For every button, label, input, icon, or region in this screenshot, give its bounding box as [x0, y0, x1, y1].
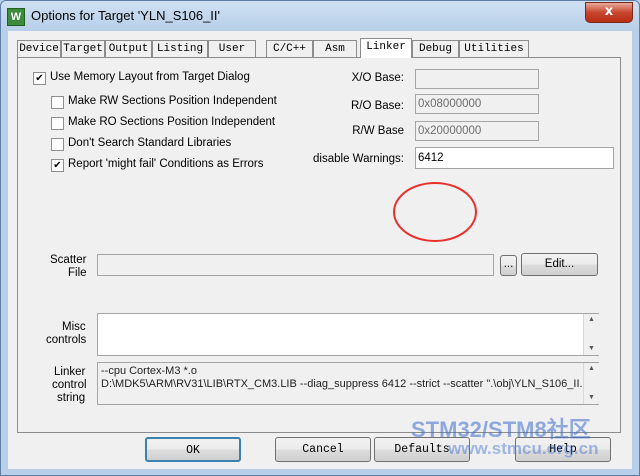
misc-controls-textarea[interactable] — [97, 313, 599, 356]
tab-device[interactable]: Device — [17, 40, 61, 57]
misc-label-line1: Misc — [62, 321, 86, 333]
use-memory-layout-checkbox[interactable]: ✔ — [33, 72, 46, 85]
tab-linker[interactable]: Linker — [360, 38, 412, 58]
dont-search-std-checkbox[interactable] — [51, 138, 64, 151]
misc-label-line2: controls — [46, 334, 87, 346]
ok-button[interactable]: OK — [145, 437, 241, 462]
scroll-down-icon[interactable]: ▼ — [588, 345, 595, 352]
ro-base-field[interactable]: 0x08000000 — [415, 94, 539, 114]
linker-panel: ✔ Use Memory Layout from Target Dialog M… — [17, 57, 621, 433]
scatter-file-field[interactable] — [97, 254, 494, 276]
linker-string-line1: --cpu Cortex-M3 *.o — [101, 365, 197, 377]
keil-app-icon: W — [7, 8, 25, 26]
cancel-button[interactable]: Cancel — [275, 437, 371, 462]
tab-asm[interactable]: Asm — [313, 40, 357, 57]
rw-base-field[interactable]: 0x20000000 — [415, 121, 539, 141]
tab-debug[interactable]: Debug — [412, 40, 459, 57]
linker-label-line3: string — [57, 392, 86, 404]
options-dialog: W Options for Target 'YLN_S106_II' x Dev… — [0, 0, 640, 476]
tab-utilities[interactable]: Utilities — [459, 40, 529, 57]
scatter-edit-button[interactable]: Edit... — [521, 253, 598, 276]
disable-warnings-label: disable Warnings: — [313, 153, 404, 165]
scatter-browse-button[interactable]: ... — [500, 255, 517, 276]
ro-independent-checkbox[interactable] — [51, 117, 64, 130]
linker-scrollbar[interactable]: ▲ ▼ — [583, 363, 599, 404]
tab-c-cpp[interactable]: C/C++ — [266, 40, 313, 57]
scroll-up-icon[interactable]: ▲ — [588, 316, 595, 323]
tab-output[interactable]: Output — [105, 40, 152, 57]
linker-string-line2: D:\MDK5\ARM\RV31\LIB\RTX_CM3.LIB --diag_… — [101, 378, 583, 390]
scroll-up-icon[interactable]: ▲ — [588, 365, 595, 372]
rw-independent-checkbox[interactable] — [51, 96, 64, 109]
misc-scrollbar[interactable]: ▲ ▼ — [583, 314, 599, 355]
linker-label-line1: Linker — [54, 366, 86, 378]
xo-base-label: X/O Base: — [351, 72, 404, 84]
linker-label-line2: control — [52, 379, 87, 391]
xo-base-field[interactable] — [415, 69, 539, 89]
dont-search-std-label: Don't Search Standard Libraries — [68, 137, 232, 149]
ro-base-label: R/O Base: — [350, 100, 404, 112]
watermark-url: www.stmcu.org.cn — [448, 439, 599, 458]
dialog-client: Device Target Output Listing User C/C++ … — [8, 31, 632, 469]
might-fail-errors-label: Report 'might fail' Conditions as Errors — [68, 158, 264, 170]
close-button[interactable]: x — [585, 2, 633, 23]
tab-user[interactable]: User — [208, 40, 256, 57]
scatter-label-line1: Scatter — [50, 254, 87, 266]
linker-control-string[interactable]: --cpu Cortex-M3 *.o D:\MDK5\ARM\RV31\LIB… — [97, 362, 599, 405]
rw-base-label: R/W Base — [352, 125, 404, 137]
scatter-label-line2: File — [68, 267, 87, 279]
scroll-down-icon[interactable]: ▼ — [588, 394, 595, 401]
ro-independent-label: Make RO Sections Position Independent — [68, 116, 276, 128]
use-memory-layout-label: Use Memory Layout from Target Dialog — [50, 71, 250, 83]
disable-warnings-field[interactable]: 6412 — [415, 147, 614, 169]
title-bar[interactable]: W Options for Target 'YLN_S106_II' x — [1, 1, 639, 31]
might-fail-errors-checkbox[interactable]: ✔ — [51, 159, 64, 172]
window-title: Options for Target 'YLN_S106_II' — [31, 8, 221, 23]
tab-listing[interactable]: Listing — [152, 40, 208, 57]
tab-target[interactable]: Target — [61, 40, 105, 57]
rw-independent-label: Make RW Sections Position Independent — [68, 95, 277, 107]
annotation-circle — [393, 182, 477, 242]
